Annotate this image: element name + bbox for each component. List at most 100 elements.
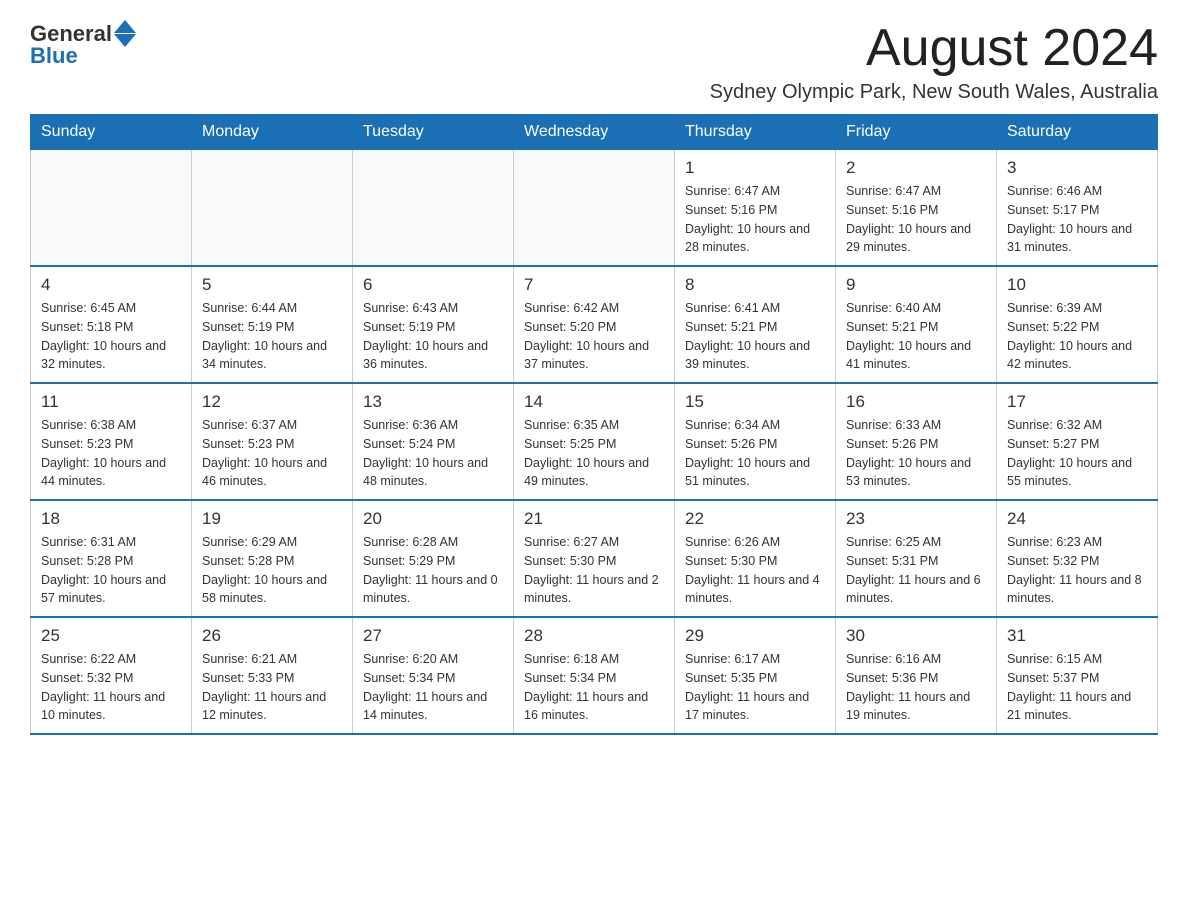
calendar-cell: 29 Sunrise: 6:17 AM Sunset: 5:35 PM Dayli… (675, 617, 836, 734)
calendar-cell: 23 Sunrise: 6:25 AM Sunset: 5:31 PM Dayli… (836, 500, 997, 617)
calendar-week-row: 11Sunrise: 6:38 AM Sunset: 5:23 PM Dayli… (31, 383, 1158, 500)
calendar-cell: 19Sunrise: 6:29 AM Sunset: 5:28 PM Dayli… (192, 500, 353, 617)
day-info: Sunrise: 6:47 AM Sunset: 5:16 PM Dayligh… (846, 182, 986, 257)
calendar-header: SundayMondayTuesdayWednesdayThursdayFrid… (31, 115, 1158, 150)
day-info: Sunrise: 6:27 AM Sunset: 5:30 PM Dayligh… (524, 533, 664, 608)
day-info: Sunrise: 6:45 AM Sunset: 5:18 PM Dayligh… (41, 299, 181, 374)
day-info: Sunrise: 6:47 AM Sunset: 5:16 PM Dayligh… (685, 182, 825, 257)
day-number: 20 (363, 509, 503, 529)
day-info: Sunrise: 6:21 AM Sunset: 5:33 PM Dayligh… (202, 650, 342, 725)
calendar-cell: 17 Sunrise: 6:32 AM Sunset: 5:27 PM Dayli… (997, 383, 1158, 500)
calendar-cell: 9 Sunrise: 6:40 AM Sunset: 5:21 PM Daylig… (836, 266, 997, 383)
day-info: Sunrise: 6:39 AM Sunset: 5:22 PM Dayligh… (1007, 299, 1147, 374)
day-number: 22 (685, 509, 825, 529)
day-info: Sunrise: 6:23 AM Sunset: 5:32 PM Dayligh… (1007, 533, 1147, 608)
weekday-header-row: SundayMondayTuesdayWednesdayThursdayFrid… (31, 115, 1158, 150)
day-info: Sunrise: 6:18 AM Sunset: 5:34 PM Dayligh… (524, 650, 664, 725)
day-info: Sunrise: 6:44 AM Sunset: 5:19 PM Dayligh… (202, 299, 342, 374)
calendar-cell (31, 150, 192, 267)
calendar-cell: 5 Sunrise: 6:44 AM Sunset: 5:19 PM Daylig… (192, 266, 353, 383)
day-info: Sunrise: 6:38 AM Sunset: 5:23 PM Dayligh… (41, 416, 181, 491)
calendar-body: 1 Sunrise: 6:47 AM Sunset: 5:16 PM Daylig… (31, 150, 1158, 735)
calendar-cell: 25Sunrise: 6:22 AM Sunset: 5:32 PM Dayli… (31, 617, 192, 734)
page-header: General Blue August 2024 Sydney Olympic … (30, 20, 1158, 104)
day-number: 1 (685, 158, 825, 178)
day-number: 17 (1007, 392, 1147, 412)
day-info: Sunrise: 6:46 AM Sunset: 5:17 PM Dayligh… (1007, 182, 1147, 257)
day-number: 16 (846, 392, 986, 412)
day-number: 28 (524, 626, 664, 646)
day-info: Sunrise: 6:32 AM Sunset: 5:27 PM Dayligh… (1007, 416, 1147, 491)
day-number: 8 (685, 275, 825, 295)
calendar-cell: 31 Sunrise: 6:15 AM Sunset: 5:37 PM Dayli… (997, 617, 1158, 734)
day-number: 29 (685, 626, 825, 646)
day-number: 24 (1007, 509, 1147, 529)
day-number: 26 (202, 626, 342, 646)
day-info: Sunrise: 6:17 AM Sunset: 5:35 PM Dayligh… (685, 650, 825, 725)
logo-triangle-up-icon (114, 20, 136, 33)
day-number: 14 (524, 392, 664, 412)
calendar-cell: 11Sunrise: 6:38 AM Sunset: 5:23 PM Dayli… (31, 383, 192, 500)
calendar-cell: 21Sunrise: 6:27 AM Sunset: 5:30 PM Dayli… (514, 500, 675, 617)
calendar-cell: 3 Sunrise: 6:46 AM Sunset: 5:17 PM Daylig… (997, 150, 1158, 267)
day-number: 27 (363, 626, 503, 646)
day-info: Sunrise: 6:33 AM Sunset: 5:26 PM Dayligh… (846, 416, 986, 491)
weekday-header-tuesday: Tuesday (353, 115, 514, 150)
day-info: Sunrise: 6:25 AM Sunset: 5:31 PM Dayligh… (846, 533, 986, 608)
calendar-cell: 13 Sunrise: 6:36 AM Sunset: 5:24 PM Dayli… (353, 383, 514, 500)
day-info: Sunrise: 6:41 AM Sunset: 5:21 PM Dayligh… (685, 299, 825, 374)
calendar-cell: 1 Sunrise: 6:47 AM Sunset: 5:16 PM Daylig… (675, 150, 836, 267)
day-number: 9 (846, 275, 986, 295)
day-info: Sunrise: 6:15 AM Sunset: 5:37 PM Dayligh… (1007, 650, 1147, 725)
logo: General Blue (30, 20, 136, 69)
day-number: 12 (202, 392, 342, 412)
day-number: 3 (1007, 158, 1147, 178)
day-number: 31 (1007, 626, 1147, 646)
title-area: August 2024 Sydney Olympic Park, New Sou… (710, 20, 1158, 104)
calendar-cell: 16 Sunrise: 6:33 AM Sunset: 5:26 PM Dayli… (836, 383, 997, 500)
calendar-cell: 28 Sunrise: 6:18 AM Sunset: 5:34 PM Dayli… (514, 617, 675, 734)
day-number: 2 (846, 158, 986, 178)
day-info: Sunrise: 6:36 AM Sunset: 5:24 PM Dayligh… (363, 416, 503, 491)
day-number: 23 (846, 509, 986, 529)
location-subtitle: Sydney Olympic Park, New South Wales, Au… (710, 81, 1158, 104)
calendar-cell: 10 Sunrise: 6:39 AM Sunset: 5:22 PM Dayli… (997, 266, 1158, 383)
calendar-cell: 20Sunrise: 6:28 AM Sunset: 5:29 PM Dayli… (353, 500, 514, 617)
day-number: 13 (363, 392, 503, 412)
day-number: 15 (685, 392, 825, 412)
day-number: 30 (846, 626, 986, 646)
day-info: Sunrise: 6:42 AM Sunset: 5:20 PM Dayligh… (524, 299, 664, 374)
day-number: 6 (363, 275, 503, 295)
calendar-cell: 26 Sunrise: 6:21 AM Sunset: 5:33 PM Dayli… (192, 617, 353, 734)
day-info: Sunrise: 6:16 AM Sunset: 5:36 PM Dayligh… (846, 650, 986, 725)
day-number: 10 (1007, 275, 1147, 295)
month-title: August 2024 (710, 20, 1158, 77)
day-number: 25 (41, 626, 181, 646)
day-info: Sunrise: 6:20 AM Sunset: 5:34 PM Dayligh… (363, 650, 503, 725)
calendar-cell: 22 Sunrise: 6:26 AM Sunset: 5:30 PM Dayli… (675, 500, 836, 617)
weekday-header-thursday: Thursday (675, 115, 836, 150)
day-number: 5 (202, 275, 342, 295)
day-info: Sunrise: 6:43 AM Sunset: 5:19 PM Dayligh… (363, 299, 503, 374)
calendar-table: SundayMondayTuesdayWednesdayThursdayFrid… (30, 114, 1158, 735)
weekday-header-friday: Friday (836, 115, 997, 150)
calendar-cell: 27 Sunrise: 6:20 AM Sunset: 5:34 PM Dayli… (353, 617, 514, 734)
calendar-cell (192, 150, 353, 267)
day-info: Sunrise: 6:40 AM Sunset: 5:21 PM Dayligh… (846, 299, 986, 374)
day-info: Sunrise: 6:26 AM Sunset: 5:30 PM Dayligh… (685, 533, 825, 608)
calendar-cell: 15Sunrise: 6:34 AM Sunset: 5:26 PM Dayli… (675, 383, 836, 500)
calendar-cell: 12Sunrise: 6:37 AM Sunset: 5:23 PM Dayli… (192, 383, 353, 500)
weekday-header-wednesday: Wednesday (514, 115, 675, 150)
calendar-cell: 7Sunrise: 6:42 AM Sunset: 5:20 PM Daylig… (514, 266, 675, 383)
day-number: 4 (41, 275, 181, 295)
calendar-cell: 14Sunrise: 6:35 AM Sunset: 5:25 PM Dayli… (514, 383, 675, 500)
calendar-week-row: 1 Sunrise: 6:47 AM Sunset: 5:16 PM Daylig… (31, 150, 1158, 267)
calendar-cell: 30 Sunrise: 6:16 AM Sunset: 5:36 PM Dayli… (836, 617, 997, 734)
calendar-week-row: 25Sunrise: 6:22 AM Sunset: 5:32 PM Dayli… (31, 617, 1158, 734)
logo-blue-text: Blue (30, 43, 78, 69)
calendar-cell (353, 150, 514, 267)
calendar-week-row: 4 Sunrise: 6:45 AM Sunset: 5:18 PM Daylig… (31, 266, 1158, 383)
logo-triangle-down-icon (114, 34, 136, 47)
day-number: 18 (41, 509, 181, 529)
calendar-cell: 6 Sunrise: 6:43 AM Sunset: 5:19 PM Daylig… (353, 266, 514, 383)
